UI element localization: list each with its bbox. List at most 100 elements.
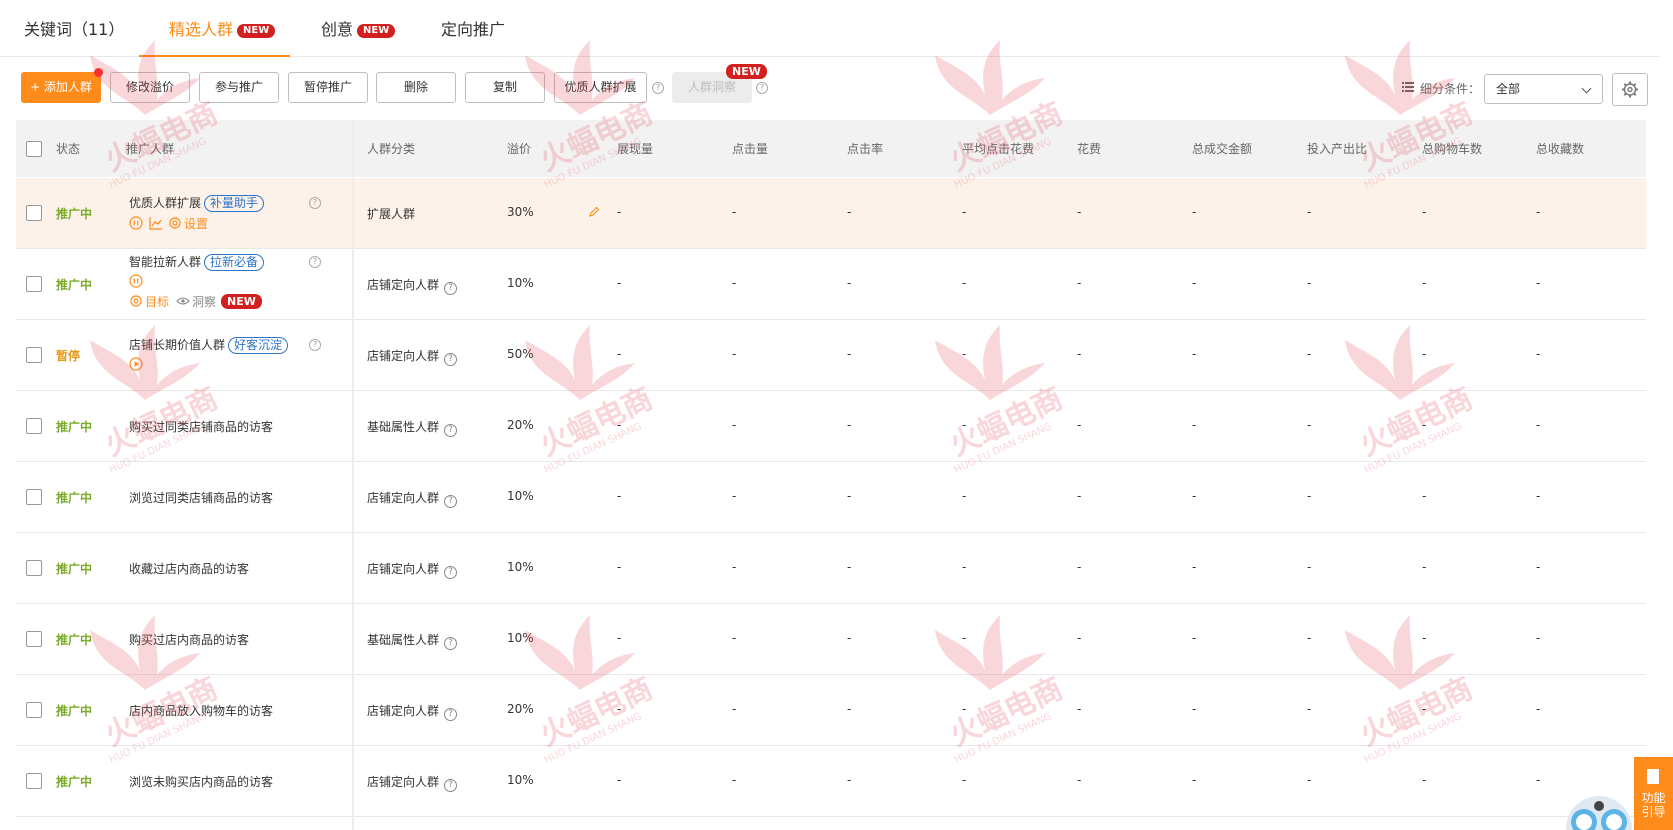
- modify-premium-button[interactable]: 修改溢价: [110, 72, 190, 103]
- metric-value: -: [1077, 489, 1082, 503]
- status-label: 推广中: [56, 207, 93, 221]
- target-link[interactable]: 目标: [145, 293, 169, 310]
- edit-icon[interactable]: [588, 206, 600, 218]
- help-icon[interactable]: ?: [309, 197, 321, 209]
- premium-value: 20%: [507, 702, 534, 716]
- metric-value: -: [1536, 560, 1541, 574]
- copy-button[interactable]: 复制: [465, 72, 545, 103]
- metric-value: -: [1422, 347, 1427, 361]
- column-header[interactable]: 点击量: [732, 140, 768, 157]
- tab-creative[interactable]: 创意 NEW: [321, 0, 396, 57]
- tab-targeted-promotion[interactable]: 定向推广: [441, 0, 505, 57]
- feature-guide-label: 功能: [1641, 791, 1666, 805]
- help-icon[interactable]: ?: [309, 339, 321, 351]
- metric-value: -: [1192, 560, 1197, 574]
- eye-icon[interactable]: [176, 296, 190, 306]
- list-icon: [1402, 82, 1414, 92]
- gear-icon[interactable]: [168, 216, 182, 230]
- audience-category: 基础属性人群?: [367, 418, 458, 437]
- help-icon[interactable]: ?: [444, 637, 458, 650]
- row-checkbox[interactable]: [26, 631, 42, 647]
- row-checkbox[interactable]: [26, 276, 42, 292]
- help-icon[interactable]: ?: [756, 82, 768, 94]
- metric-value: -: [1422, 205, 1427, 219]
- metric-value: -: [732, 631, 737, 645]
- delete-button[interactable]: 删除: [376, 72, 456, 103]
- gear-icon[interactable]: [129, 294, 143, 308]
- column-header[interactable]: 投入产出比: [1307, 140, 1367, 157]
- expand-audience-button[interactable]: 优质人群扩展: [554, 72, 647, 103]
- status-label: 推广中: [56, 562, 93, 576]
- insight-link[interactable]: 洞察: [192, 293, 216, 310]
- column-header[interactable]: 总购物车数: [1422, 140, 1482, 157]
- audience-category: 店铺定向人群?: [367, 560, 458, 579]
- help-icon[interactable]: ?: [444, 495, 458, 508]
- help-icon[interactable]: ?: [444, 779, 458, 792]
- metric-value: -: [962, 702, 967, 716]
- select-all-checkbox[interactable]: [26, 141, 42, 157]
- metric-value: -: [962, 773, 967, 787]
- metric-value: -: [1192, 631, 1197, 645]
- metric-value: -: [1307, 418, 1312, 432]
- row-checkbox[interactable]: [26, 205, 42, 221]
- metric-value: -: [732, 560, 737, 574]
- help-icon[interactable]: ?: [652, 82, 664, 94]
- metric-value: -: [732, 489, 737, 503]
- row-checkbox[interactable]: [26, 560, 42, 576]
- metric-value: -: [962, 631, 967, 645]
- column-divider: [352, 120, 354, 830]
- notification-dot: [94, 68, 103, 77]
- metric-value: -: [732, 418, 737, 432]
- metric-value: -: [1192, 773, 1197, 787]
- audience-name-text: 智能拉新人群: [129, 255, 202, 269]
- join-promotion-button[interactable]: 参与推广: [199, 72, 279, 103]
- metric-value: -: [1192, 205, 1197, 219]
- document-icon: [1647, 769, 1659, 784]
- row-checkbox[interactable]: [26, 702, 42, 718]
- row-checkbox[interactable]: [26, 347, 42, 363]
- help-icon[interactable]: ?: [444, 424, 458, 437]
- audience-tag: 拉新必备: [204, 254, 265, 271]
- column-header[interactable]: 点击率: [847, 140, 883, 157]
- metric-value: -: [1536, 418, 1541, 432]
- audience-name: 收藏过店内商品的访客: [129, 562, 250, 576]
- pause-icon[interactable]: [129, 216, 143, 230]
- metric-value: -: [732, 773, 737, 787]
- play-icon[interactable]: [129, 357, 143, 371]
- audience-insight-label: 人群洞察: [687, 80, 736, 94]
- column-header[interactable]: 展现量: [617, 140, 653, 157]
- row-checkbox[interactable]: [26, 489, 42, 505]
- copy-label: 复制: [492, 80, 517, 94]
- help-icon[interactable]: ?: [444, 566, 458, 579]
- metric-value: -: [732, 347, 737, 361]
- premium-value: 50%: [507, 347, 534, 361]
- filter-select[interactable]: 全部: [1484, 74, 1603, 104]
- column-header[interactable]: 溢价: [507, 140, 531, 157]
- metric-value: -: [1307, 560, 1312, 574]
- help-icon[interactable]: ?: [444, 282, 458, 295]
- tab-keywords[interactable]: 关键词（11）: [24, 0, 124, 57]
- table-row: 推广中 浏览未购买店内商品的访客 店铺定向人群? 10% - - - - - -…: [16, 746, 1646, 817]
- column-header[interactable]: 花费: [1077, 140, 1101, 157]
- metric-value: -: [1536, 205, 1541, 219]
- column-header[interactable]: 总成交金额: [1192, 140, 1252, 157]
- tab-selected-audience[interactable]: 精选人群 NEW: [139, 0, 290, 57]
- column-header[interactable]: 总收藏数: [1536, 140, 1584, 157]
- pause-promotion-button[interactable]: 暂停推广: [288, 72, 368, 103]
- add-audience-button[interactable]: + 添加人群: [21, 72, 101, 103]
- help-icon[interactable]: ?: [444, 353, 458, 366]
- feature-guide-button[interactable]: 功能 引导: [1634, 757, 1673, 830]
- help-icon[interactable]: ?: [444, 708, 458, 721]
- premium-value: 30%: [507, 205, 534, 219]
- settings-link[interactable]: 设置: [184, 215, 208, 232]
- pause-icon[interactable]: [129, 274, 143, 288]
- table-row: 推广中 浏览过同类店铺商品的访客 店铺定向人群? 10% - - - - - -…: [16, 462, 1646, 533]
- settings-button[interactable]: [1612, 73, 1648, 106]
- audience-tag: 好客沉淀: [228, 337, 289, 354]
- column-header[interactable]: 平均点击花费: [962, 140, 1034, 157]
- metric-value: -: [1192, 276, 1197, 290]
- row-checkbox[interactable]: [26, 773, 42, 789]
- chart-icon[interactable]: [149, 216, 163, 230]
- row-checkbox[interactable]: [26, 418, 42, 434]
- help-icon[interactable]: ?: [309, 256, 321, 268]
